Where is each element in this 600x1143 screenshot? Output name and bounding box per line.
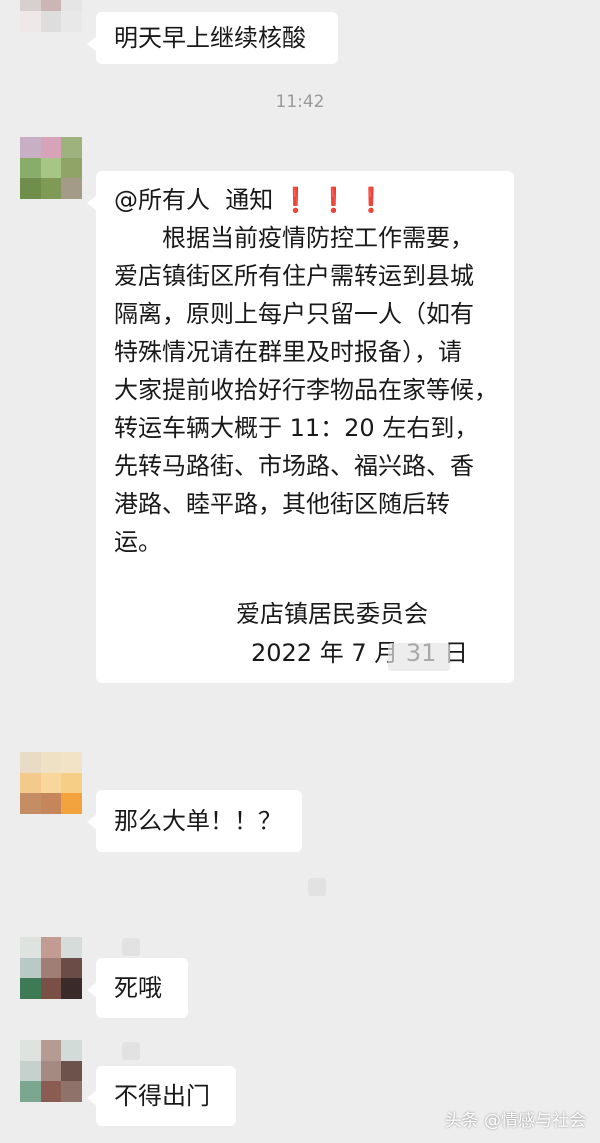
- notice-line: 港路、睦平路，其他街区随后转: [114, 490, 450, 518]
- message-text: 那么大单！！？: [114, 807, 282, 835]
- blur-mark: [122, 938, 140, 956]
- message-bubble[interactable]: 明天早上继续核酸: [87, 12, 338, 64]
- notice-message-bubble[interactable]: @所有人 通知 ❗ ❗ ❗ 根据当前疫情防控工作需要， 爱店镇街区所有住户需转运…: [87, 171, 514, 683]
- message-text: 明天早上继续核酸: [114, 24, 306, 52]
- notice-line: 大家提前收拾好行李物品在家等候，: [114, 376, 498, 404]
- blur-mark: [122, 1042, 140, 1060]
- notice-line: 转运车辆大概于 11：20 左右到，: [114, 414, 479, 442]
- message-text: 不得出门: [114, 1082, 210, 1110]
- notice-signature: 爱店镇居民委员会: [236, 600, 428, 628]
- notice-line: 根据当前疫情防控工作需要，: [114, 224, 474, 252]
- avatar[interactable]: [20, 1040, 82, 1102]
- notice-line: 隔离，原则上每户只留一人（如有: [114, 300, 474, 328]
- notice-line: 运。: [114, 528, 162, 556]
- blur-mark: [388, 643, 450, 671]
- message-bubble[interactable]: 死哦: [87, 958, 188, 1018]
- notice-header: @所有人 通知 ❗ ❗ ❗: [114, 181, 498, 219]
- message-bubble[interactable]: 那么大单！！？: [87, 790, 302, 852]
- notice-line: 爱店镇街区所有住户需转运到县城: [114, 262, 474, 290]
- avatar[interactable]: [20, 937, 82, 999]
- avatar[interactable]: [20, 752, 82, 814]
- exclamation-icon: ❗: [355, 186, 386, 214]
- message-bubble[interactable]: 不得出门: [87, 1066, 236, 1126]
- exclamation-icon: ❗: [280, 186, 311, 214]
- blur-mark: [308, 878, 326, 896]
- mention-all[interactable]: @所有人: [114, 186, 210, 214]
- watermark: 头条 @情感与社会: [444, 1111, 586, 1131]
- message-text: 死哦: [114, 974, 162, 1002]
- notice-body: @所有人 通知 ❗ ❗ ❗ 根据当前疫情防控工作需要， 爱店镇街区所有住户需转运…: [114, 181, 498, 561]
- message-timestamp: 11:42: [275, 92, 325, 112]
- notice-line: 先转马路街、市场路、福兴路、香: [114, 452, 474, 480]
- avatar[interactable]: [20, 137, 82, 199]
- notice-label: 通知: [225, 186, 274, 214]
- exclamation-icon: ❗: [318, 186, 349, 214]
- notice-line: 特殊情况请在群里及时报备），请: [114, 338, 462, 366]
- avatar[interactable]: [20, 0, 82, 32]
